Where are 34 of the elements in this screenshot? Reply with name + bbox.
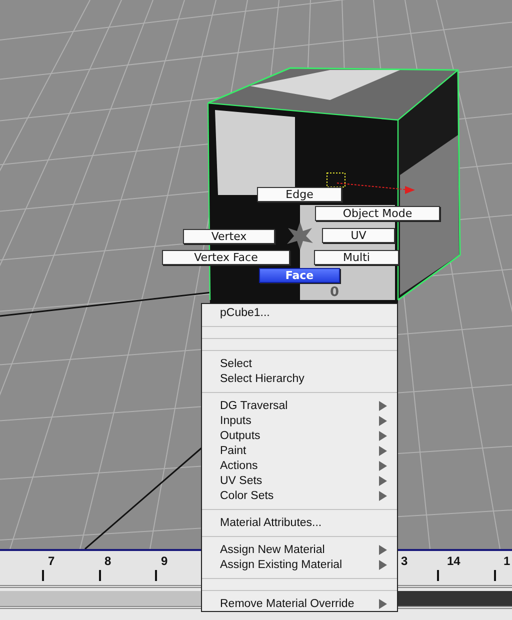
frame-label: 7 [48, 554, 55, 568]
frame-label: 3 [401, 554, 408, 568]
frame-label: 14 [447, 554, 460, 568]
frame-number: 0 [330, 285, 340, 300]
menu-item[interactable]: Remove Material Override [202, 596, 397, 611]
menu-item[interactable]: DG Traversal [202, 398, 397, 413]
menu-item[interactable]: Select Hierarchy [202, 371, 397, 386]
tick-mark [155, 570, 157, 581]
tick-mark [494, 570, 496, 581]
menu-item[interactable]: Actions [202, 458, 397, 473]
menu-item[interactable]: Select [202, 356, 397, 371]
marking-menu-item[interactable]: Vertex Face [162, 250, 290, 265]
menu-item[interactable]: Paint [202, 443, 397, 458]
marking-menu-item[interactable]: Object Mode [315, 206, 440, 221]
frame-label: 1 [504, 554, 510, 568]
menu-item[interactable]: Inputs [202, 413, 397, 428]
menu-item[interactable]: Color Sets [202, 488, 397, 503]
marking-menu-item[interactable]: Multi [314, 250, 399, 265]
marking-menu-item[interactable]: Face [259, 268, 340, 283]
menu-item[interactable]: UV Sets [202, 473, 397, 488]
menu-item[interactable]: Assign Existing Material [202, 557, 397, 572]
star-icon [287, 222, 313, 250]
menu-item[interactable]: pCube1... [202, 305, 397, 320]
frame-label: 8 [104, 554, 112, 568]
frame-label: 9 [161, 554, 168, 568]
marking-menu-item[interactable]: Edge [257, 187, 342, 202]
tick-mark [98, 570, 100, 581]
menu-item[interactable]: Assign New Material [202, 542, 397, 557]
marking-menu-item[interactable]: UV [322, 228, 395, 243]
tick-mark [42, 570, 44, 581]
menu-item[interactable]: Material Attributes... [202, 515, 397, 530]
menu-item[interactable]: Outputs [202, 428, 397, 443]
marking-menu-item[interactable]: Vertex [183, 229, 275, 244]
tick-mark [437, 570, 439, 581]
